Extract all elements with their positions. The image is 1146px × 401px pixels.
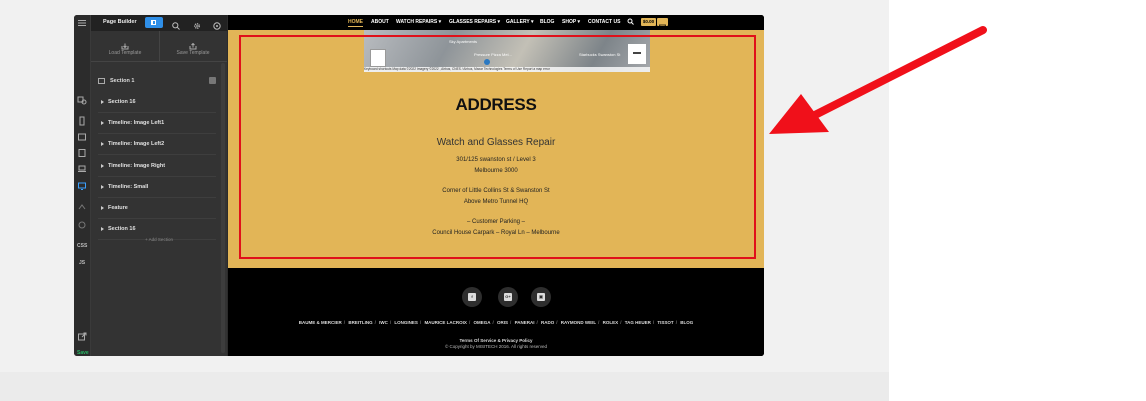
tablet-view-icon[interactable] [77, 132, 87, 142]
brand-link[interactable]: BAUME & MERCIER [299, 320, 342, 325]
nav-search-icon[interactable] [627, 18, 634, 27]
nav-watch-repairs[interactable]: WATCH REPAIRS ▾ [396, 19, 441, 25]
section-row-label: Timeline: Small [108, 184, 149, 190]
section-row[interactable]: Timeline: Image Left2 [98, 135, 216, 155]
facebook-button[interactable]: f [462, 287, 482, 307]
annotation-arrow [769, 26, 987, 134]
nav-blog[interactable]: BLOG [540, 19, 554, 25]
menu-icon[interactable] [77, 18, 87, 28]
brand-link[interactable]: ORIS [497, 320, 508, 325]
section-header[interactable]: Section 1 [98, 75, 216, 89]
section-row-label: Timeline: Image Left1 [108, 120, 165, 126]
panel-scrollbar[interactable] [221, 63, 225, 353]
history-circle-icon[interactable] [212, 18, 222, 30]
nav-gallery[interactable]: GALLERY ▾ [506, 19, 534, 25]
terms-link[interactable]: Terms Of Service & Privacy Policy [228, 338, 764, 343]
expand-arrow-icon[interactable] [101, 185, 104, 189]
css-button[interactable]: CSS [77, 241, 87, 251]
history-icon[interactable] [77, 220, 87, 230]
expand-arrow-icon[interactable] [101, 121, 104, 125]
components-icon[interactable] [77, 95, 87, 105]
save-button[interactable]: Save [77, 348, 89, 356]
tablet-portrait-icon[interactable] [77, 148, 87, 158]
nav-glasses-repairs[interactable]: GLASSES REPAIRS ▾ [449, 19, 500, 25]
builder-window: CSS JS Save Page Builder Load Template S… [74, 15, 764, 356]
brand-link[interactable]: LONGINES [394, 320, 418, 325]
page-background-bottom [0, 372, 889, 401]
panel-title: Page Builder [103, 19, 137, 25]
load-template-icon [121, 37, 129, 50]
brand-link[interactable]: IWC [379, 320, 388, 325]
section-row-label: Section 16 [108, 99, 136, 105]
brand-link[interactable]: ROLEX [603, 320, 619, 325]
panel-header: Page Builder [91, 15, 227, 31]
google-plus-button[interactable]: G+ [498, 287, 518, 307]
load-template-button[interactable]: Load Template [91, 31, 160, 61]
section-row[interactable]: Timeline: Image Right [98, 157, 216, 177]
brand-link[interactable]: BREITLING [348, 320, 372, 325]
brand-link[interactable]: TISSOT [657, 320, 673, 325]
brand-link[interactable]: OMEGA [473, 320, 490, 325]
brand-link[interactable]: RADO [541, 320, 554, 325]
section-row[interactable]: Timeline: Small [98, 178, 216, 198]
brand-link[interactable]: BLOG [680, 320, 693, 325]
mobile-view-icon[interactable] [77, 116, 87, 126]
nav-home[interactable]: HOME [348, 19, 363, 27]
expand-arrow-icon[interactable] [101, 164, 104, 168]
section-row-label: Section 16 [108, 226, 136, 232]
brand-link[interactable]: MAURICE LACROIX [424, 320, 467, 325]
load-template-label: Load Template [108, 50, 142, 56]
expand-arrow-icon[interactable] [101, 142, 104, 146]
section-row[interactable]: Feature [98, 199, 216, 219]
youtube-button[interactable]: ▣ [531, 287, 551, 307]
cart-total[interactable]: $0.00 [641, 18, 656, 26]
highlight-box [239, 35, 756, 259]
nav-shop[interactable]: SHOP ▾ [562, 19, 580, 25]
page-builder-panel: Page Builder Load Template Save Template [91, 15, 227, 356]
brand-links: BAUME & MERCIER / BREITLING / IWC / LONGINE… [298, 320, 694, 325]
brand-link[interactable]: RAYMOND WEIL [561, 320, 596, 325]
expand-arrow-icon[interactable] [101, 100, 104, 104]
section-header-label: Section 1 [110, 78, 135, 84]
desktop-view-icon[interactable] [77, 181, 87, 191]
site-preview: HOME ABOUT WATCH REPAIRS ▾ GLASSES REPAI… [228, 15, 764, 356]
brand-link[interactable]: TAG HEUER [625, 320, 651, 325]
save-template-icon [189, 37, 197, 50]
js-button[interactable]: JS [77, 258, 87, 268]
laptop-view-icon[interactable] [77, 164, 87, 174]
divider [91, 61, 227, 62]
expand-arrow-icon[interactable] [101, 227, 104, 231]
layers-icon[interactable] [77, 202, 87, 212]
search-icon[interactable] [171, 18, 181, 30]
section-row-label: Feature [108, 205, 128, 211]
cart-icon[interactable] [657, 18, 668, 29]
section-row[interactable]: Timeline: Image Left1 [98, 114, 216, 134]
brand-link[interactable]: PANERAI [515, 320, 535, 325]
site-nav: HOME ABOUT WATCH REPAIRS ▾ GLASSES REPAI… [228, 15, 764, 30]
site-footer: f G+ ▣ BAUME & MERCIER / BREITLING / IWC / … [228, 268, 764, 356]
exit-icon[interactable] [77, 332, 87, 342]
panel-layout-icon [151, 20, 156, 25]
expand-arrow-icon[interactable] [101, 206, 104, 210]
copyright-text: © Copyright by MISITECH 2016. All rights… [444, 344, 548, 349]
google-plus-icon: G+ [504, 293, 512, 301]
section-row-label: Timeline: Image Right [108, 163, 166, 169]
section-row[interactable]: Section 16 [98, 93, 216, 113]
save-template-button[interactable]: Save Template [159, 31, 227, 61]
section-menu-icon[interactable] [209, 77, 216, 84]
icon-sidebar: CSS JS Save [74, 15, 91, 356]
add-section-button[interactable]: + Add Section [91, 237, 227, 242]
panel-toggle-button[interactable] [145, 17, 163, 28]
nav-about[interactable]: ABOUT [371, 19, 389, 25]
section-icon [98, 78, 105, 84]
nav-contact-us[interactable]: CONTACT US [588, 19, 620, 25]
facebook-icon: f [468, 293, 476, 301]
youtube-icon: ▣ [537, 293, 545, 301]
section-row-label: Timeline: Image Left2 [108, 141, 165, 147]
save-template-label: Save Template [176, 50, 210, 56]
gear-icon[interactable] [192, 18, 202, 29]
